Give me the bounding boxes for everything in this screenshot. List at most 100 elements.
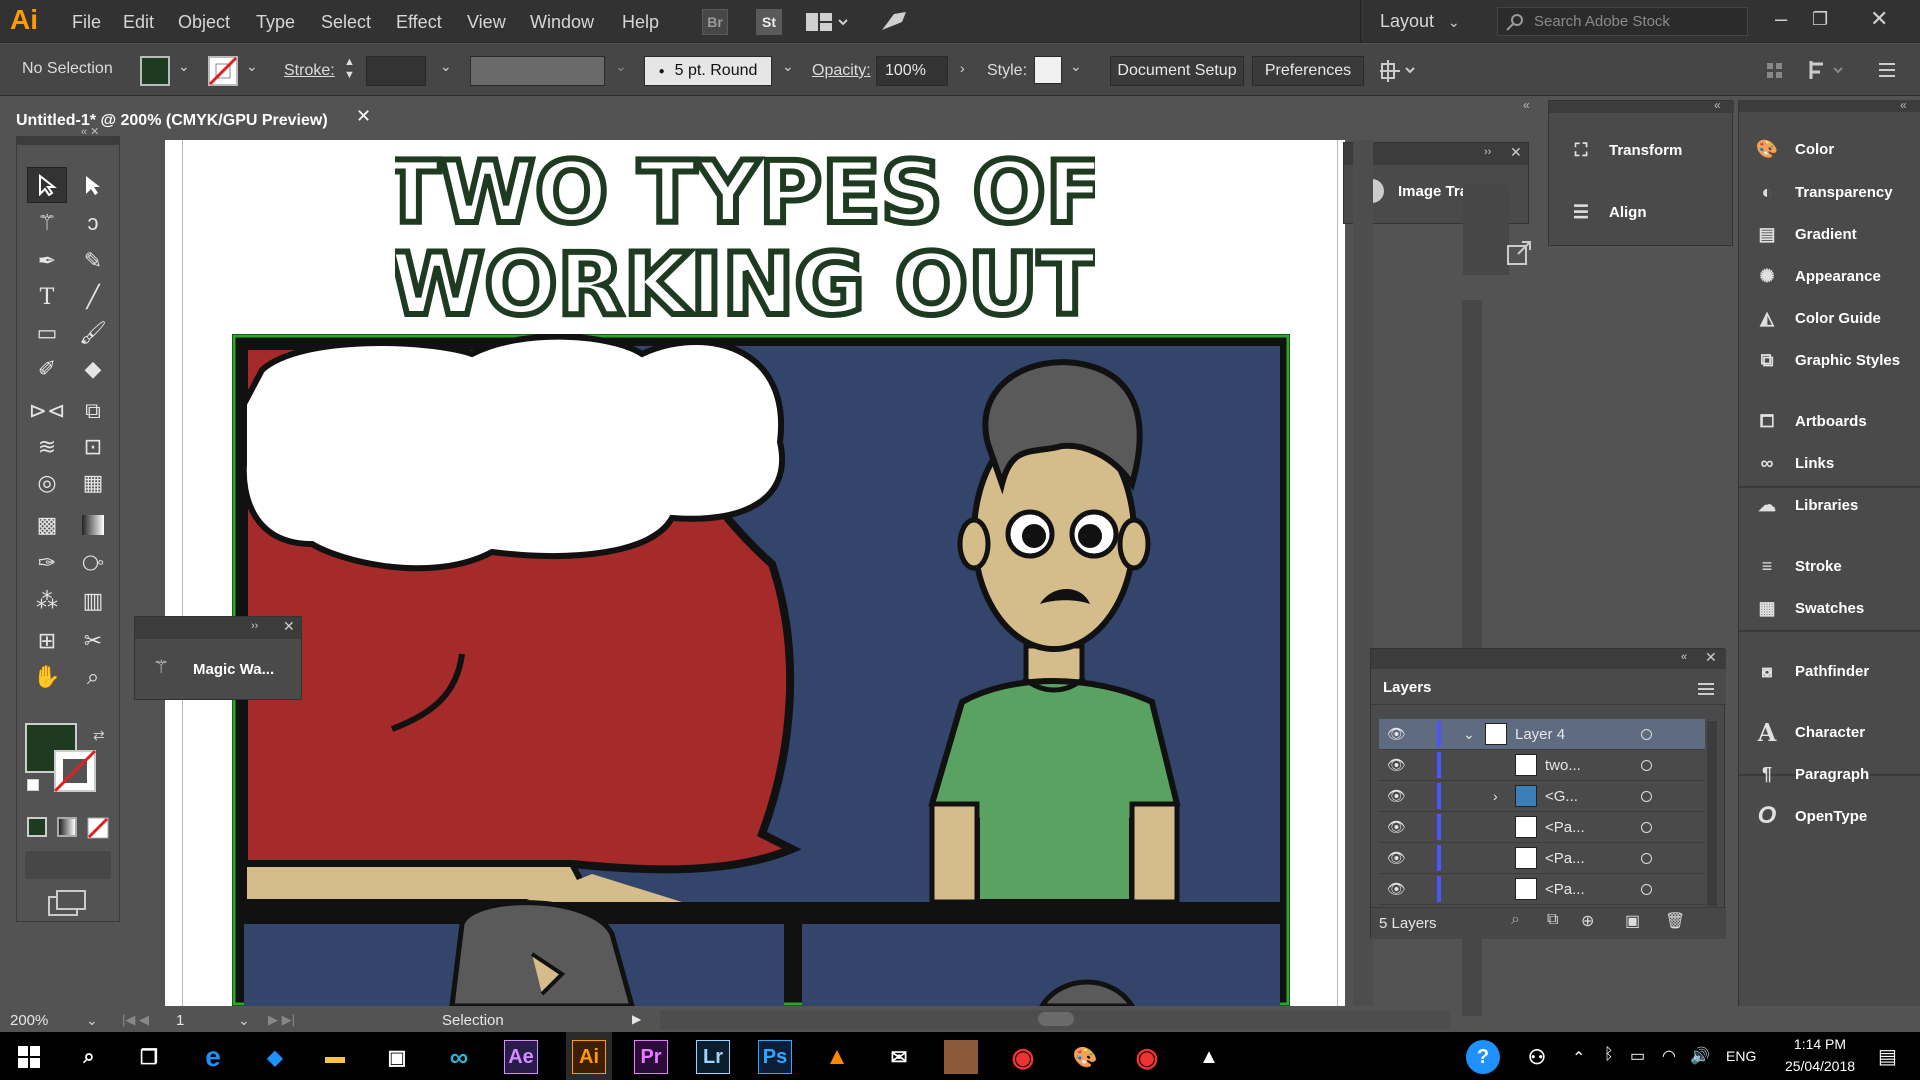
artboard-number[interactable]: 1 [176,1012,184,1029]
menu-object[interactable]: Object [178,12,230,33]
panel-artboards[interactable]: ⧠ Artboards [1753,400,1867,442]
close-panel-icon[interactable]: ✕ [283,618,295,635]
scroll-thumb[interactable] [1038,1012,1074,1026]
panel-graphic-styles[interactable]: ⧉ Graphic Styles [1753,339,1900,381]
target-icon[interactable] [1641,790,1652,802]
eyedropper-tool[interactable]: ✑ [27,545,67,581]
layers-menu-icon[interactable] [1697,682,1715,696]
blend-tool[interactable]: ⧂ [73,545,113,581]
layer-name[interactable]: <G... [1545,788,1578,805]
create-layer-icon[interactable]: ▣ [1625,911,1640,931]
chrome-icon-2[interactable]: ◉ [1130,1040,1164,1074]
layer-name[interactable]: <Pa... [1545,881,1585,898]
artboard-dropdown-icon[interactable]: ⌄ [238,1012,250,1029]
tools-panel-header[interactable] [17,137,119,145]
layer-name[interactable]: two... [1545,757,1581,774]
preferences-button[interactable]: Preferences [1252,56,1364,86]
clipping-mask-icon[interactable]: ⧉ [1547,911,1558,929]
panel-opentype[interactable]: O OpenType [1753,795,1868,837]
slice-tool[interactable]: ✂ [73,623,113,659]
close-window-button[interactable]: ✕ [1870,6,1888,32]
expand-panel-icon[interactable]: ›› [1484,146,1491,158]
isolate-icon[interactable] [1766,62,1784,80]
photos-icon[interactable]: ▲ [1192,1040,1226,1074]
layer-row[interactable]: 👁 ⌄ Layer 4 [1379,719,1705,750]
chevron-up-icon[interactable]: ⌃ [1572,1048,1585,1068]
collapse-tools-icon[interactable]: « ✕ [81,125,99,138]
target-icon[interactable] [1641,852,1652,864]
locate-object-icon[interactable]: ⌕ [1511,911,1520,929]
none-mode-button[interactable] [87,817,109,839]
target-icon[interactable] [1641,883,1652,895]
panel-libraries[interactable]: ☁ Libraries [1753,484,1858,526]
panel-transform[interactable]: ⛶ Transform [1567,129,1683,171]
stroke-label[interactable]: Stroke: [284,62,335,80]
file-explorer-icon[interactable]: ▬ [318,1040,352,1074]
illustrator-logo[interactable]: Ai [10,4,38,36]
profile-dropdown-icon[interactable]: ⌄ [615,58,627,75]
stroke-weight-stepper[interactable]: ▲ ▼ [344,56,358,86]
drawing-modes[interactable] [25,851,111,879]
first-artboard-icon[interactable]: |◀ ◀ [122,1012,149,1028]
eraser-tool[interactable]: ◆ [73,351,113,387]
create-sublayer-icon[interactable]: ⊕ [1581,911,1594,931]
collapse-dock-icon[interactable]: « [1714,98,1721,112]
target-icon[interactable] [1641,728,1652,740]
menu-file[interactable]: File [72,12,101,33]
chevron-down-icon[interactable]: ⌄ [1463,726,1475,743]
swap-fill-stroke-icon[interactable]: ⇄ [93,727,105,744]
panel-links[interactable]: ∞ Links [1753,442,1835,484]
perspective-grid-tool[interactable]: ▦ [73,465,113,501]
stroke-dropdown-icon[interactable]: ⌄ [246,58,258,75]
panel-menu-icon[interactable] [1877,62,1897,78]
zoom-level[interactable]: 200% [10,1012,48,1029]
visibility-eye-icon[interactable]: 👁 [1387,756,1406,774]
graphic-style-swatch[interactable] [1034,56,1062,84]
curvature-tool[interactable]: ✎ [73,243,113,279]
dock-2-header[interactable] [1739,100,1920,112]
panel-swatches[interactable]: ▦ Swatches [1753,587,1864,629]
menu-effect[interactable]: Effect [396,12,442,33]
collapse-dock-icon[interactable]: « [1900,98,1907,112]
magic-wand-panel-header[interactable] [135,617,301,639]
layer-name[interactable]: <Pa... [1545,819,1585,836]
panel-color-guide[interactable]: ◭ Color Guide [1753,297,1881,339]
after-effects-icon[interactable]: Ae [504,1040,538,1074]
visibility-eye-icon[interactable]: 👁 [1387,849,1406,867]
target-icon[interactable] [1641,821,1652,833]
premiere-icon[interactable]: Pr [634,1040,668,1074]
type-tool[interactable]: T [27,279,67,315]
menu-select[interactable]: Select [321,12,371,33]
bluetooth-icon[interactable]: ᛒ [1604,1046,1614,1064]
chevron-down-icon[interactable]: ⌄ [1448,14,1460,31]
magic-wand-label[interactable]: Magic Wa... [193,661,274,678]
paintbrush-tool[interactable]: 🖌 [73,315,113,351]
shaper-tool[interactable]: ✐ [27,351,67,387]
illustrator-taskbar-icon[interactable]: Ai [572,1040,606,1074]
gpu-performance-icon[interactable] [880,10,908,34]
menu-edit[interactable]: Edit [123,12,154,33]
screen-mode-icon[interactable] [47,889,87,919]
status-menu-arrow-icon[interactable]: ▶ [632,1012,641,1026]
wifi-icon[interactable]: ◠ [1662,1046,1676,1066]
restore-button[interactable]: ❐ [1812,9,1828,30]
collapse-dock-icon[interactable]: « [1523,98,1530,112]
chrome-icon[interactable]: ◉ [1006,1040,1040,1074]
lasso-tool[interactable]: ↄ [73,205,113,241]
align-to-icon[interactable] [1378,58,1418,84]
stroke-weight-dropdown-icon[interactable]: ⌄ [440,58,452,75]
panel-paragraph[interactable]: ¶ Paragraph [1753,753,1869,795]
notifications-icon[interactable]: ▤ [1878,1044,1897,1069]
close-layers-icon[interactable]: ✕ [1705,649,1717,666]
bridge-button[interactable]: Br [702,9,728,35]
workspace-switcher[interactable]: Layout [1380,11,1434,32]
layer-row[interactable]: 👁 <Pa... [1379,874,1705,905]
layer-row[interactable]: 👁 <Pa... [1379,843,1705,874]
scale-tool[interactable]: ⧉ [73,393,113,429]
opacity-arrow-icon[interactable]: › [960,60,965,76]
people-icon[interactable]: ⚇ [1520,1040,1554,1074]
search-taskbar-icon[interactable]: ⌕ [72,1040,106,1074]
layer-row[interactable]: 👁 <Pa... [1379,812,1705,843]
fill-swatch[interactable] [140,56,170,86]
help-icon[interactable]: ? [1466,1040,1500,1074]
